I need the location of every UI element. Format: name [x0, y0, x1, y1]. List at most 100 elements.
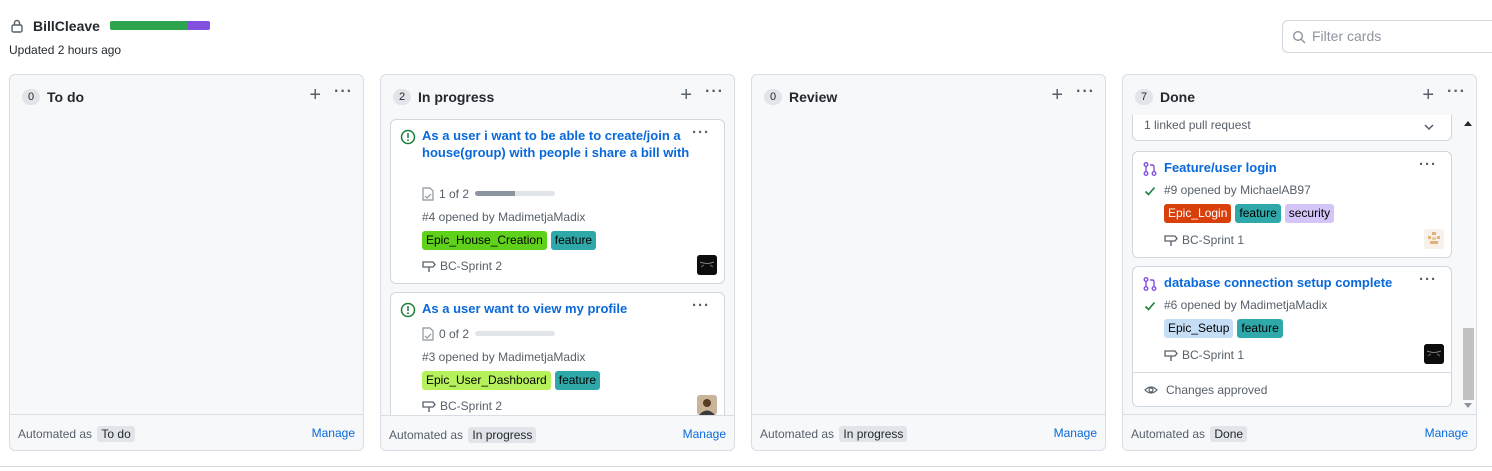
- column-footer: Automated as In progress Manage: [380, 415, 735, 451]
- label-feature[interactable]: feature: [1235, 204, 1281, 223]
- avatar[interactable]: [697, 255, 717, 275]
- column-title: In progress: [418, 89, 495, 105]
- card-menu-button[interactable]: ···: [1419, 271, 1437, 288]
- label-list: Epic_Setup feature: [1164, 319, 1283, 338]
- filter-cards-box[interactable]: [1282, 20, 1492, 53]
- card-title-link[interactable]: As a user want to view my profile: [422, 300, 692, 317]
- column-header: 0 Review + ···: [752, 75, 1105, 117]
- scroll-down-arrow[interactable]: [1464, 403, 1472, 408]
- milestone-name: BC-Sprint 1: [1182, 348, 1245, 362]
- column-footer: Automated as To do Manage: [10, 414, 363, 450]
- column-header: 2 In progress + ···: [381, 75, 734, 117]
- add-card-button[interactable]: +: [680, 85, 692, 105]
- task-progress: 0 of 2: [422, 327, 556, 343]
- column-count: 2: [393, 89, 411, 105]
- task-progress-bar: [475, 191, 556, 196]
- board-progress-bar: [110, 21, 210, 30]
- board-title: BillCleave: [33, 18, 100, 34]
- manage-automation-link[interactable]: Manage: [1425, 426, 1468, 440]
- column-title: To do: [47, 89, 85, 105]
- label-feature[interactable]: feature: [550, 231, 597, 250]
- label-epic[interactable]: Epic_User_Dashboard: [422, 371, 551, 390]
- column-menu-button[interactable]: ···: [705, 83, 724, 101]
- milestone-name: BC-Sprint 1: [1182, 233, 1245, 247]
- add-card-button[interactable]: +: [1051, 85, 1063, 105]
- task-count: 0 of 2: [439, 327, 470, 341]
- automated-label: Automated as: [1131, 427, 1206, 441]
- issue-card[interactable]: As a user want to view my profile ··· 0 …: [390, 292, 725, 423]
- avatar-image: [1424, 344, 1444, 364]
- manage-automation-link[interactable]: Manage: [312, 426, 355, 440]
- automated-value: To do: [97, 426, 135, 442]
- card-title-link[interactable]: As a user i want to be able to create/jo…: [422, 127, 692, 161]
- card-title-link[interactable]: Feature/user login: [1164, 159, 1434, 176]
- column-title: Review: [789, 89, 838, 105]
- opened-by: #9 opened by MichaelAB97: [1164, 183, 1311, 197]
- avatar[interactable]: [1424, 229, 1444, 249]
- chevron-down-icon: [1424, 124, 1434, 131]
- review-status: Changes approved: [1133, 372, 1451, 406]
- column-count: 0: [764, 89, 782, 105]
- automated-value: In progress: [468, 427, 537, 443]
- milestone[interactable]: BC-Sprint 1: [1164, 348, 1244, 362]
- card-menu-button[interactable]: ···: [692, 124, 710, 141]
- milestone[interactable]: BC-Sprint 2: [422, 399, 502, 413]
- automated-label: Automated as: [389, 428, 464, 442]
- column-header: 0 To do + ···: [10, 75, 363, 117]
- scroll-up-arrow[interactable]: [1464, 121, 1472, 126]
- label-epic[interactable]: Epic_Setup: [1164, 319, 1234, 338]
- scrollbar-thumb[interactable]: [1463, 328, 1474, 400]
- avatar[interactable]: [697, 395, 717, 415]
- column-menu-button[interactable]: ···: [334, 83, 353, 101]
- tasklist-icon: [422, 187, 434, 201]
- milestone-name: BC-Sprint 2: [440, 399, 503, 413]
- task-progress-bar: [475, 331, 556, 336]
- tasklist-icon: [422, 327, 434, 341]
- issue-card[interactable]: As a user i want to be able to create/jo…: [390, 119, 725, 284]
- linked-pull-request-toggle[interactable]: 1 linked pull request: [1132, 115, 1452, 141]
- manage-automation-link[interactable]: Manage: [1054, 426, 1097, 440]
- label-epic[interactable]: Epic_House_Creation: [422, 231, 547, 250]
- column-count: 0: [22, 89, 40, 105]
- manage-automation-link[interactable]: Manage: [683, 427, 726, 441]
- progress-in-progress-segment: [188, 21, 210, 30]
- label-epic[interactable]: Epic_Login: [1164, 204, 1232, 223]
- add-card-button[interactable]: +: [309, 85, 321, 105]
- filter-cards-input[interactable]: [1312, 28, 1492, 44]
- column-header: 7 Done + ···: [1123, 75, 1476, 117]
- automated-label: Automated as: [18, 427, 93, 441]
- milestone[interactable]: BC-Sprint 2: [422, 259, 502, 273]
- avatar-image: [697, 255, 717, 275]
- label-feature[interactable]: feature: [554, 371, 601, 390]
- pull-request-card[interactable]: Feature/user login ··· #9 opened by Mich…: [1132, 151, 1452, 258]
- milestone-icon: [422, 261, 436, 272]
- add-card-button[interactable]: +: [1422, 85, 1434, 105]
- label-list: Epic_User_Dashboard feature: [422, 371, 601, 390]
- card-menu-button[interactable]: ···: [692, 297, 710, 314]
- avatar[interactable]: [1424, 344, 1444, 364]
- column-in-progress: 2 In progress + ··· As a user i want to …: [380, 74, 735, 451]
- opened-by: #6 opened by MadimetjaMadix: [1164, 298, 1328, 312]
- column-menu-button[interactable]: ···: [1076, 83, 1095, 101]
- pull-request-card[interactable]: database connection setup complete ··· #…: [1132, 266, 1452, 407]
- column-review: 0 Review + ··· Automated as In progress …: [751, 74, 1106, 451]
- label-list: Epic_House_Creation feature: [422, 231, 597, 250]
- milestone-icon: [422, 401, 436, 412]
- column-footer: Automated as In progress Manage: [752, 414, 1105, 450]
- eye-icon: [1144, 386, 1158, 394]
- label-feature[interactable]: feature: [1237, 319, 1283, 338]
- column-done: 7 Done + ··· 1 linked pull request Featu…: [1122, 74, 1477, 451]
- card-menu-button[interactable]: ···: [1419, 156, 1437, 173]
- milestone[interactable]: BC-Sprint 1: [1164, 233, 1244, 247]
- column-title: Done: [1160, 89, 1195, 105]
- updated-timestamp: Updated 2 hours ago: [9, 43, 122, 57]
- opened-by: #4 opened by MadimetjaMadix: [422, 210, 586, 224]
- column-scrollbar[interactable]: [1461, 117, 1475, 413]
- card-title-link[interactable]: database connection setup complete: [1164, 274, 1434, 291]
- column-menu-button[interactable]: ···: [1447, 83, 1466, 101]
- review-status-text: Changes approved: [1166, 383, 1268, 397]
- label-security[interactable]: security: [1284, 204, 1335, 223]
- task-progress: 1 of 2: [422, 187, 556, 203]
- linked-pull-request-text: 1 linked pull request: [1144, 118, 1251, 132]
- milestone-icon: [1164, 235, 1178, 246]
